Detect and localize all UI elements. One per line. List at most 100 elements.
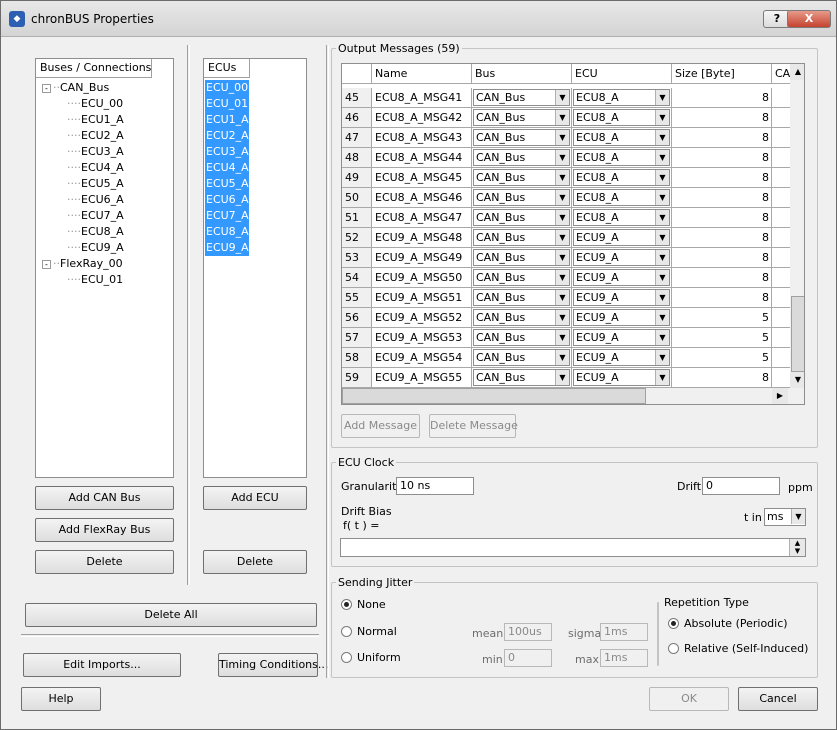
ecu-cell[interactable]: ECU8_A ▼ <box>572 148 672 167</box>
message-row[interactable]: 51 ECU8_A_MSG47 CAN_Bus ▼ ECU8_A ▼ 8 <box>342 208 790 228</box>
ecu-cell[interactable]: ECU9_A ▼ <box>572 228 672 247</box>
message-row[interactable]: 45 ECU8_A_MSG41 CAN_Bus ▼ ECU8_A ▼ 8 <box>342 88 790 108</box>
message-row[interactable]: 48 ECU8_A_MSG44 CAN_Bus ▼ ECU8_A ▼ 8 <box>342 148 790 168</box>
ecu-select[interactable]: ECU9_A ▼ <box>573 289 670 306</box>
message-row[interactable]: 54 ECU9_A_MSG50 CAN_Bus ▼ ECU9_A ▼ 8 <box>342 268 790 288</box>
ecu-select[interactable]: ECU9_A ▼ <box>573 329 670 346</box>
mean-input[interactable]: 100us <box>504 623 552 641</box>
size-cell[interactable]: 8 <box>672 108 772 127</box>
bus-select[interactable]: CAN_Bus ▼ <box>473 149 570 166</box>
bus-select[interactable]: CAN_Bus ▼ <box>473 249 570 266</box>
bus-select[interactable]: CAN_Bus ▼ <box>473 129 570 146</box>
size-cell[interactable]: 8 <box>672 208 772 227</box>
bus-cell[interactable]: CAN_Bus ▼ <box>472 228 572 247</box>
bus-cell[interactable]: CAN_Bus ▼ <box>472 168 572 187</box>
add-flexray-bus-button[interactable]: Add FlexRay Bus <box>35 518 174 542</box>
granularity-input[interactable]: 10 ns <box>396 477 474 495</box>
size-cell[interactable]: 5 <box>672 328 772 347</box>
message-row[interactable]: 52 ECU9_A_MSG48 CAN_Bus ▼ ECU9_A ▼ 8 <box>342 228 790 248</box>
ecu-list-item[interactable]: ECU7_A <box>205 208 249 224</box>
ca-cell[interactable] <box>772 128 790 147</box>
size-column-header[interactable]: Size [Byte] <box>672 64 772 83</box>
bus-cell[interactable]: CAN_Bus ▼ <box>472 148 572 167</box>
ecu-list-item[interactable]: ECU3_A <box>205 144 249 160</box>
add-message-button[interactable]: Add Message <box>341 414 420 438</box>
ecu-cell[interactable]: ECU9_A ▼ <box>572 288 672 307</box>
bus-cell[interactable]: CAN_Bus ▼ <box>472 248 572 267</box>
tree-node-ecu[interactable]: ····ECU_00 <box>67 96 123 112</box>
ca-cell[interactable] <box>772 108 790 127</box>
message-name-cell[interactable]: ECU9_A_MSG49 <box>372 248 472 267</box>
bus-cell[interactable]: CAN_Bus ▼ <box>472 328 572 347</box>
message-name-cell[interactable]: ECU9_A_MSG48 <box>372 228 472 247</box>
bus-cell[interactable]: CAN_Bus ▼ <box>472 128 572 147</box>
bus-cell[interactable]: CAN_Bus ▼ <box>472 348 572 367</box>
ca-cell[interactable] <box>772 208 790 227</box>
collapse-icon[interactable]: - <box>42 84 51 93</box>
message-row[interactable]: 55 ECU9_A_MSG51 CAN_Bus ▼ ECU9_A ▼ 8 <box>342 288 790 308</box>
ecu-cell[interactable]: ECU8_A ▼ <box>572 128 672 147</box>
collapse-icon[interactable]: - <box>42 260 51 269</box>
message-name-cell[interactable]: ECU9_A_MSG52 <box>372 308 472 327</box>
ca-cell[interactable] <box>772 328 790 347</box>
ca-cell[interactable] <box>772 168 790 187</box>
tree-node-ecu[interactable]: ····ECU6_A <box>67 192 124 208</box>
scroll-right-arrow-icon[interactable]: ▶ <box>772 388 788 404</box>
size-cell[interactable]: 8 <box>672 128 772 147</box>
jitter-normal-radio[interactable] <box>341 626 352 637</box>
size-cell[interactable]: 8 <box>672 368 772 387</box>
ca-cell[interactable] <box>772 348 790 367</box>
ca-cell[interactable] <box>772 268 790 287</box>
ecu-cell[interactable]: ECU9_A ▼ <box>572 368 672 387</box>
bus-cell[interactable]: CAN_Bus ▼ <box>472 368 572 387</box>
grid-horizontal-scrollbar[interactable]: ▶ <box>342 388 804 404</box>
ca-cell[interactable] <box>772 88 790 107</box>
bus-cell[interactable]: CAN_Bus ▼ <box>472 208 572 227</box>
message-row[interactable]: 47 ECU8_A_MSG43 CAN_Bus ▼ ECU8_A ▼ 8 <box>342 128 790 148</box>
horizontal-scroll-thumb[interactable] <box>342 388 646 404</box>
ca-cell[interactable] <box>772 288 790 307</box>
tree-node-ecu[interactable]: ····ECU7_A <box>67 208 124 224</box>
absolute-label[interactable]: Absolute (Periodic) <box>684 617 788 630</box>
ecu-cell[interactable]: ECU9_A ▼ <box>572 268 672 287</box>
ecu-list-item[interactable]: ECU1_A <box>205 112 249 128</box>
edit-imports-button[interactable]: Edit Imports... <box>23 653 181 677</box>
size-cell[interactable]: 8 <box>672 188 772 207</box>
jitter-none-label[interactable]: None <box>357 598 386 611</box>
help-button[interactable]: Help <box>21 687 101 711</box>
bus-cell[interactable]: CAN_Bus ▼ <box>472 308 572 327</box>
ecu-list-item[interactable]: ECU8_A <box>205 224 249 240</box>
ca-column-header[interactable]: CA <box>772 64 790 83</box>
grid-vertical-scrollbar[interactable]: ▲ ▼ <box>790 64 804 388</box>
size-cell[interactable]: 8 <box>672 148 772 167</box>
bus-select[interactable]: CAN_Bus ▼ <box>473 269 570 286</box>
ecu-select[interactable]: ECU8_A ▼ <box>573 129 670 146</box>
ecu-select[interactable]: ECU8_A ▼ <box>573 109 670 126</box>
delete-ecu-button[interactable]: Delete <box>203 550 307 574</box>
jitter-normal-label[interactable]: Normal <box>357 625 397 638</box>
bus-column-header[interactable]: Bus <box>472 64 572 83</box>
scroll-up-arrow-icon[interactable]: ▲ <box>790 64 804 80</box>
bus-cell[interactable]: CAN_Bus ▼ <box>472 268 572 287</box>
tree-node-ecu[interactable]: ····ECU4_A <box>67 160 124 176</box>
tree-node-ecu[interactable]: ····ECU8_A <box>67 224 124 240</box>
message-name-cell[interactable]: ECU8_A_MSG42 <box>372 108 472 127</box>
bus-select[interactable]: CAN_Bus ▼ <box>473 289 570 306</box>
ecu-select[interactable]: ECU8_A ▼ <box>573 89 670 106</box>
vertical-scroll-thumb[interactable] <box>791 296 804 372</box>
name-column-header[interactable]: Name <box>372 64 472 83</box>
drift-input[interactable]: 0 <box>702 477 780 495</box>
ok-button[interactable]: OK <box>649 687 729 711</box>
message-row[interactable]: 53 ECU9_A_MSG49 CAN_Bus ▼ ECU9_A ▼ 8 <box>342 248 790 268</box>
ecu-list-item[interactable]: ECU6_A <box>205 192 249 208</box>
min-input[interactable]: 0 <box>504 649 552 667</box>
ecu-select[interactable]: ECU9_A ▼ <box>573 349 670 366</box>
bus-cell[interactable]: CAN_Bus ▼ <box>472 108 572 127</box>
buses-column-header[interactable]: Buses / Connections <box>36 59 152 78</box>
messages-grid[interactable]: Name Bus ECU Size [Byte] CA 45 ECU8_A_MSG… <box>341 63 805 405</box>
size-cell[interactable]: 8 <box>672 88 772 107</box>
size-cell[interactable]: 8 <box>672 168 772 187</box>
bus-select[interactable]: CAN_Bus ▼ <box>473 229 570 246</box>
absolute-radio[interactable] <box>668 618 679 629</box>
sigma-input[interactable]: 1ms <box>600 623 648 641</box>
